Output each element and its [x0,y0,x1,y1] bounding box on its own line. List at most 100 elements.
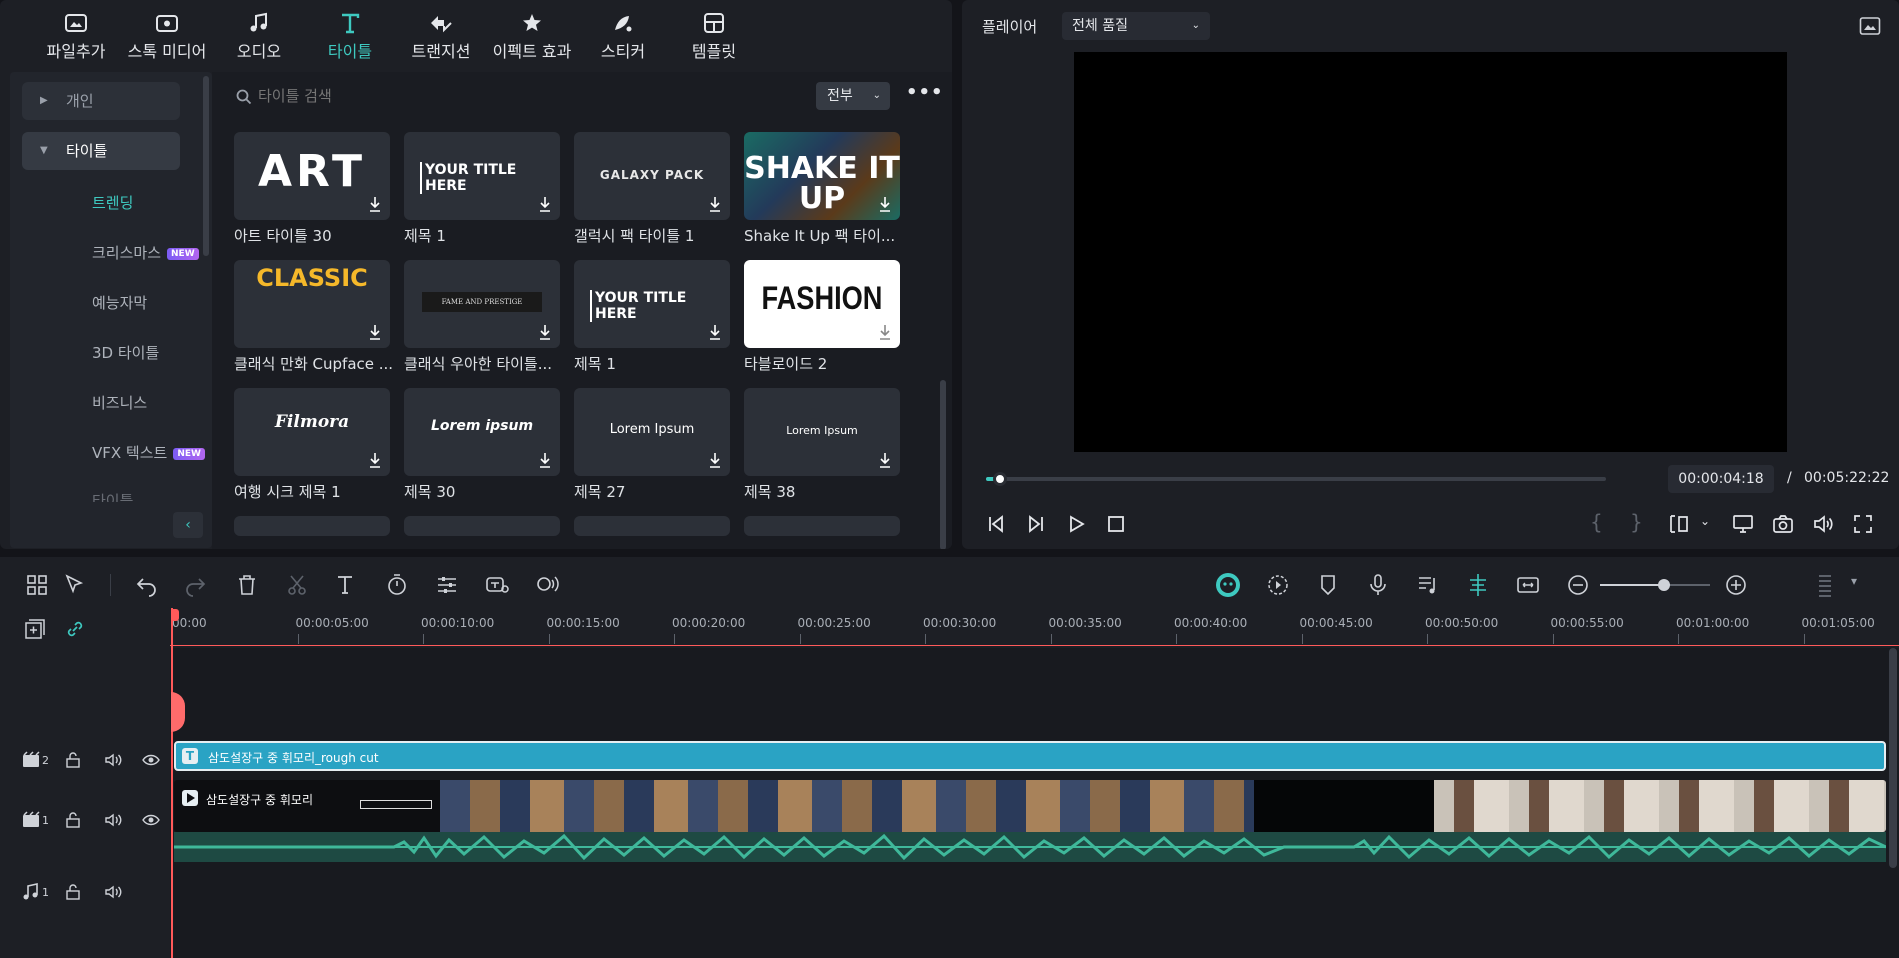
current-time-field[interactable]: 00:00:04:18 [1668,465,1774,493]
chevron-down-icon[interactable]: ⌄ [1700,514,1710,528]
more-options-button[interactable]: ••• [906,84,943,108]
tab-transitions[interactable]: 트랜지션 [396,12,486,62]
fit-timeline-icon[interactable] [1515,572,1541,598]
zoom-slider[interactable] [1600,579,1710,591]
volume-icon[interactable] [104,751,122,769]
download-icon[interactable] [878,452,892,468]
adjust-sliders-icon[interactable] [434,572,460,598]
playhead-line[interactable] [171,608,173,958]
sidebar-sub-business[interactable]: 비즈니스 [92,392,147,413]
clip-marker-icon[interactable] [1668,513,1690,535]
quality-dropdown[interactable]: 전체 품질 ⌄ [1062,12,1210,40]
text-tool-icon[interactable] [334,572,360,598]
title-clip[interactable]: T 삼도설장구 중 휘모리_rough cut [174,741,1886,771]
sidebar-scrollbar[interactable] [203,76,209,256]
undo-icon[interactable] [134,572,160,598]
timeline-scrollbar[interactable] [1889,648,1897,868]
title-card[interactable]: YOUR TITLE HERE [404,132,560,220]
add-track-icon[interactable] [24,618,46,640]
time-ruler[interactable]: 00:00 00:00:05:00 00:00:10:00 00:00:15:00 00… [170,606,1899,646]
download-icon[interactable] [708,324,722,340]
playhead-handle[interactable] [171,609,179,621]
title-card[interactable] [404,516,560,536]
marker-shield-icon[interactable] [1315,572,1341,598]
title-card[interactable]: CLASSIC [234,260,390,348]
zoom-slider-knob[interactable] [1658,579,1670,591]
microphone-icon[interactable] [1365,572,1391,598]
title-card[interactable]: SHAKE IT UP [744,132,900,220]
download-icon[interactable] [878,324,892,340]
playhead-knob[interactable] [992,472,1007,486]
eye-icon[interactable] [142,811,160,829]
step-forward-icon[interactable] [1026,514,1046,534]
link-icon[interactable] [64,618,86,640]
title-card[interactable]: Filmora [234,388,390,476]
audio-waveform[interactable] [174,832,1886,862]
title-card[interactable]: Lorem Ipsum [744,388,900,476]
snapshot-camera-icon[interactable] [1772,513,1794,535]
mark-in-icon[interactable]: { [1590,510,1603,534]
chevron-down-icon[interactable]: ▾ [1851,574,1857,588]
speed-timer-icon[interactable] [384,572,410,598]
redo-icon[interactable] [182,572,208,598]
download-icon[interactable] [368,196,382,212]
display-icon[interactable] [1732,513,1754,535]
layout-grid-icon[interactable] [24,572,50,598]
image-compare-icon[interactable] [1859,16,1881,36]
step-back-icon[interactable] [986,514,1006,534]
tab-titles[interactable]: 타이틀 [305,12,395,62]
play-icon[interactable] [1066,514,1086,534]
download-icon[interactable] [538,196,552,212]
render-preview-icon[interactable] [1265,572,1291,598]
title-card[interactable]: GALAXY PACK [574,132,730,220]
title-card[interactable]: FASHION [744,260,900,348]
zoom-out-icon[interactable] [1565,572,1591,598]
filter-dropdown[interactable]: 전부 ⌄ [816,82,890,110]
select-cursor-icon[interactable] [62,572,88,598]
sidebar-sub-variety[interactable]: 예능자막 [92,292,147,313]
title-card[interactable]: ART [234,132,390,220]
sidebar-item-personal[interactable]: ▶ 개인 [22,82,180,120]
volume-icon[interactable] [104,883,122,901]
sidebar-sub-vfx[interactable]: VFX 텍스트 NEW [92,442,205,463]
delete-trash-icon[interactable] [234,572,260,598]
sidebar-sub-more[interactable]: 타이틀 [92,490,133,502]
tab-import[interactable]: 파일추가 [31,12,121,62]
title-card[interactable]: Lorem Ipsum [574,388,730,476]
title-card[interactable]: YOUR TITLE HERE [574,260,730,348]
sidebar-sub-christmas[interactable]: 크리스마스 NEW [92,242,199,263]
lock-icon[interactable] [64,751,82,769]
lock-icon[interactable] [64,883,82,901]
download-icon[interactable] [538,452,552,468]
download-icon[interactable] [708,196,722,212]
grid-scrollbar[interactable] [940,380,946,549]
download-icon[interactable] [368,324,382,340]
collapse-sidebar-button[interactable]: ‹ [173,512,203,538]
tab-effects[interactable]: 이펙트 효과 [487,12,577,62]
download-icon[interactable] [538,324,552,340]
mark-out-icon[interactable]: } [1630,510,1643,534]
sidebar-sub-3d[interactable]: 3D 타이틀 [92,342,159,363]
tab-stickers[interactable]: 스티커 [578,12,668,62]
sidebar-sub-trending[interactable]: 트렌딩 [92,192,133,213]
title-card[interactable]: Lorem ipsum [404,388,560,476]
sidebar-item-titles[interactable]: ▼ 타이틀 [22,132,180,170]
zoom-in-icon[interactable] [1723,572,1749,598]
title-card[interactable] [234,516,390,536]
download-icon[interactable] [368,452,382,468]
title-card[interactable]: FAME AND PRESTIGE [404,260,560,348]
tab-templates[interactable]: 템플릿 [669,12,759,62]
volume-icon[interactable] [104,811,122,829]
video-preview[interactable] [1074,52,1787,452]
ai-copilot-icon[interactable] [1215,572,1241,598]
audio-list-icon[interactable] [1415,572,1441,598]
playback-progress-track[interactable] [986,472,1606,486]
tab-stock-media[interactable]: 스톡 미디어 [122,12,212,62]
search-input[interactable] [258,82,638,110]
tab-audio[interactable]: 오디오 [214,12,304,62]
stop-icon[interactable] [1106,514,1126,534]
text-to-speech-icon[interactable] [534,572,560,598]
timeline-menu-icon[interactable] [1812,572,1838,598]
speech-to-text-icon[interactable] [484,572,510,598]
title-card[interactable] [574,516,730,536]
